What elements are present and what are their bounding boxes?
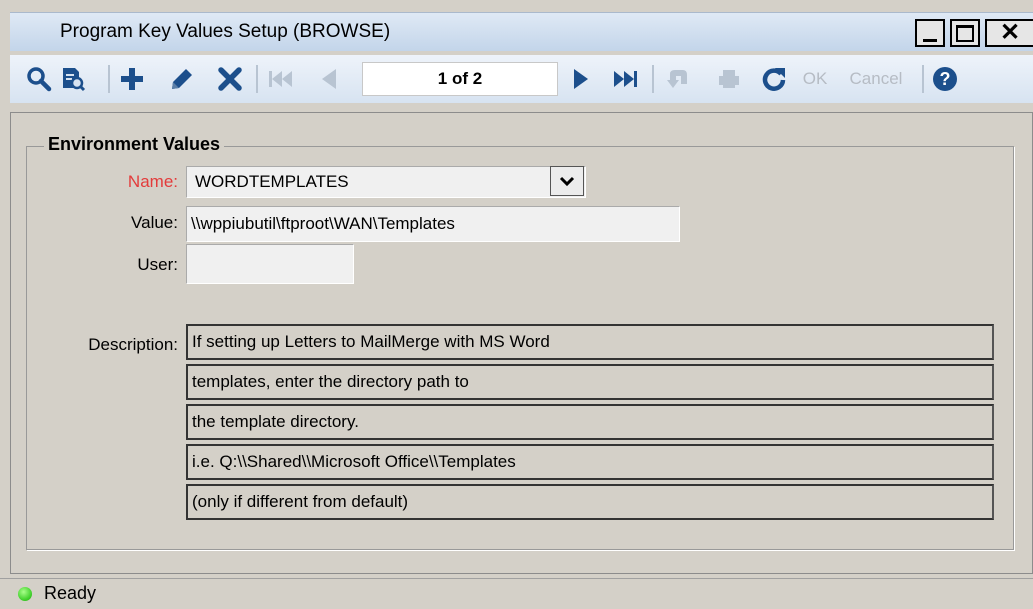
toolbar-separator [922, 65, 924, 93]
refresh-button[interactable] [758, 61, 790, 97]
status-indicator-icon [18, 587, 32, 601]
add-icon [121, 68, 143, 90]
report-preview-icon [63, 68, 86, 92]
description-label: Description: [88, 335, 178, 354]
search-icon [27, 67, 52, 92]
close-button[interactable]: ✕ [985, 19, 1033, 47]
ok-button[interactable]: OK [798, 61, 832, 97]
delete-button[interactable] [214, 61, 246, 97]
last-record-button[interactable] [608, 61, 644, 97]
app-window: Program Key Values Setup (BROWSE) ✕ 1 of… [0, 0, 1033, 609]
description-line[interactable]: If setting up Letters to MailMerge with … [186, 324, 994, 360]
next-record-icon [574, 69, 588, 89]
group-title: Environment Values [44, 134, 225, 155]
user-label: User: [137, 255, 178, 274]
maximize-icon [956, 24, 974, 42]
previous-record-button[interactable] [314, 61, 344, 97]
name-dropdown-button[interactable] [550, 166, 584, 196]
maximize-button[interactable] [950, 19, 980, 47]
first-record-button[interactable] [264, 61, 298, 97]
delete-icon [218, 67, 242, 91]
minimize-button[interactable] [915, 19, 945, 47]
status-bar: Ready [0, 578, 1033, 609]
undo-icon [667, 70, 687, 88]
description-line[interactable]: the template directory. [186, 404, 994, 440]
previous-record-icon [322, 69, 336, 89]
edit-button[interactable] [166, 61, 198, 97]
search-button[interactable] [24, 61, 54, 97]
title-bar: Program Key Values Setup (BROWSE) ✕ [10, 12, 1033, 51]
refresh-icon [762, 68, 786, 91]
toolbar-separator [108, 65, 110, 93]
description-line[interactable]: templates, enter the directory path to [186, 364, 994, 400]
undo-button[interactable] [662, 61, 694, 97]
print-icon [719, 70, 739, 88]
help-button[interactable]: ? [930, 61, 960, 97]
last-record-icon [614, 71, 637, 87]
toolbar: 1 of 2 OK Cancel ? [10, 55, 1033, 103]
name-label: Name: [127, 172, 178, 191]
print-button[interactable] [714, 61, 744, 97]
toolbar-separator [652, 65, 654, 93]
status-text: Ready [44, 583, 97, 603]
edit-icon [172, 69, 192, 89]
first-record-icon [269, 71, 292, 87]
help-icon: ? [933, 67, 957, 91]
close-icon: ✕ [999, 19, 1021, 46]
value-label: Value: [131, 213, 178, 232]
name-combo[interactable]: WORDTEMPLATES [186, 166, 586, 198]
cancel-button[interactable]: Cancel [836, 61, 916, 97]
record-position-field[interactable]: 1 of 2 [362, 62, 558, 96]
description-line[interactable]: (only if different from default) [186, 484, 994, 520]
next-record-button[interactable] [566, 61, 596, 97]
chevron-down-icon [559, 176, 575, 187]
toolbar-separator [256, 65, 258, 93]
svg-text:?: ? [940, 69, 951, 89]
value-input[interactable]: \\wppiubutil\ftproot\WAN\Templates [186, 206, 680, 242]
add-button[interactable] [116, 61, 148, 97]
window-title: Program Key Values Setup (BROWSE) [60, 21, 391, 42]
user-input[interactable] [186, 244, 354, 284]
minimize-icon [923, 38, 937, 42]
report-preview-button[interactable] [58, 61, 88, 97]
description-line[interactable]: i.e. Q:\\Shared\\Microsoft Office\\Templ… [186, 444, 994, 480]
